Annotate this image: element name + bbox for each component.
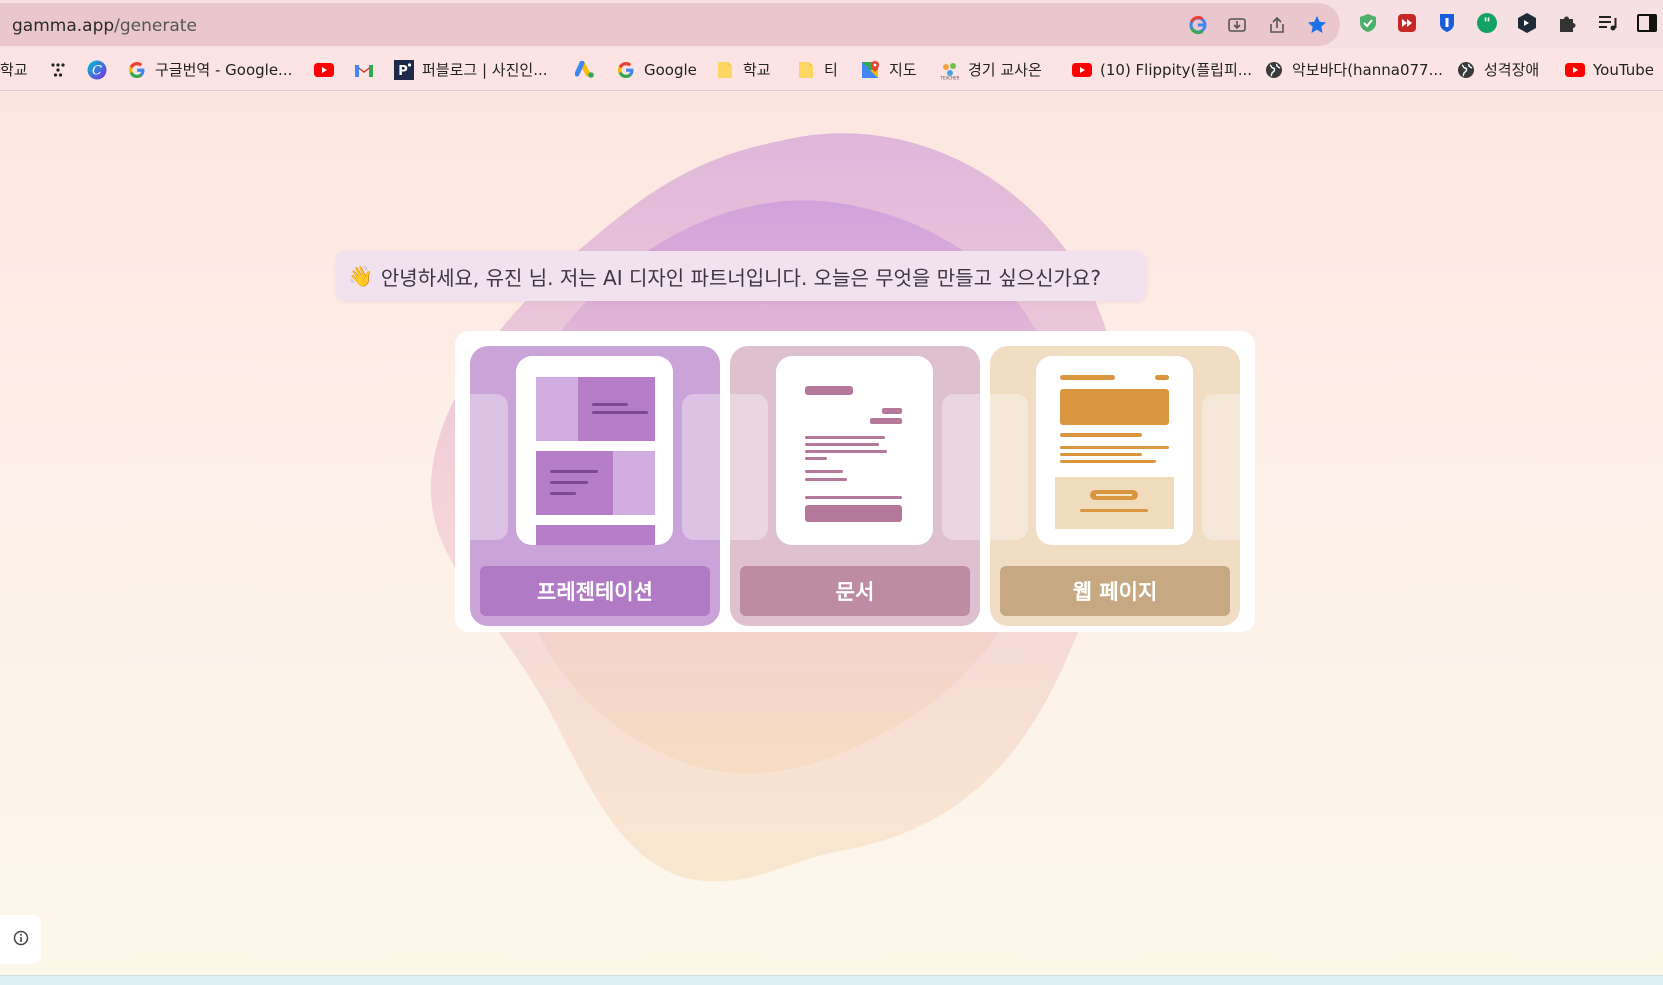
svg-text:P: P <box>398 64 408 79</box>
address-bar[interactable]: gamma.app/generate <box>0 3 1340 46</box>
bookmark-school-1[interactable]: 학교 <box>0 48 28 91</box>
bookmark-folder-t[interactable]: 티 <box>796 48 838 91</box>
dark-extension-icon[interactable] <box>1515 11 1539 35</box>
quotes-extension-icon[interactable]: " <box>1475 11 1499 35</box>
folder-icon <box>796 60 816 80</box>
url-path: /generate <box>114 16 197 36</box>
generate-page: 👋 안녕하세요, 유진 님. 저는 AI 디자인 파트너입니다. 오늘은 무엇을… <box>0 91 1663 975</box>
bookmark-label: 경기 교사온 <box>968 61 1042 79</box>
bookmark-youtube-2[interactable]: YouTube <box>1565 48 1654 91</box>
bookmark-folder-school[interactable]: 학교 <box>715 48 771 91</box>
bookmark-label: 퍼블로그 | 사진인... <box>422 61 548 79</box>
bookmark-label: 지도 <box>889 61 917 79</box>
bookmark-maps[interactable]: 지도 <box>861 48 917 91</box>
reading-list-icon[interactable] <box>1595 11 1619 35</box>
greeting-message: 👋 안녕하세요, 유진 님. 저는 AI 디자인 파트너입니다. 오늘은 무엇을… <box>336 251 1146 301</box>
teacher-icon: TEACHER <box>940 60 960 80</box>
option-card-webpage[interactable]: 웹 페이지 <box>990 346 1240 626</box>
bookmark-label: YouTube <box>1593 60 1654 79</box>
google-icon <box>616 60 636 80</box>
bookmark-label: 구글번역 - Google... <box>155 61 293 79</box>
google-ads-icon <box>575 60 595 80</box>
greeting-text: 안녕하세요, 유진 님. 저는 AI 디자인 파트너입니다. 오늘은 무엇을 만… <box>380 265 1101 290</box>
url-host: gamma.app <box>12 16 115 36</box>
url-text[interactable]: gamma.app/generate <box>12 16 197 36</box>
bookmark-label: 악보바다(hanna077... <box>1292 61 1443 79</box>
bookmarks-bar: 학교 C 구글번역 - Google... P 퍼블로그 | 사진인... Go… <box>0 48 1663 91</box>
card-ghost-left <box>990 394 1028 540</box>
document-illustration <box>776 356 933 545</box>
maps-icon <box>861 60 881 80</box>
card-ghost-left <box>470 394 508 540</box>
bookmark-akbobada[interactable]: 악보바다(hanna077... <box>1264 48 1443 91</box>
presentation-illustration <box>516 356 673 545</box>
p-icon: P <box>394 59 414 80</box>
presentation-button[interactable]: 프레젠테이션 <box>480 566 710 616</box>
bookmark-teacher[interactable]: TEACHER 경기 교사온 <box>940 48 1042 91</box>
bookmark-google[interactable]: Google <box>616 48 697 91</box>
bookmark-star-icon[interactable] <box>1305 13 1329 37</box>
card-ghost-right <box>682 394 720 540</box>
bookmark-personality[interactable]: 성격장애 <box>1456 48 1539 91</box>
youtube-icon <box>314 60 334 80</box>
format-picker: 프레젠테이션 문서 웹 페이지 <box>455 331 1255 632</box>
google-icon <box>127 60 147 80</box>
info-button[interactable] <box>0 915 41 964</box>
globe-icon <box>1264 60 1284 80</box>
bookmark-label: 성격장애 <box>1484 61 1540 79</box>
taskbar-edge <box>0 975 1663 985</box>
option-card-document[interactable]: 문서 <box>730 346 980 626</box>
youtube-icon <box>1072 60 1092 80</box>
google-lens-icon[interactable] <box>1186 13 1210 37</box>
document-button[interactable]: 문서 <box>740 566 970 616</box>
bookmark-gmail[interactable] <box>354 48 374 91</box>
info-icon <box>13 930 29 950</box>
bookmark-label: 학교 <box>743 61 771 79</box>
webpage-illustration <box>1036 356 1193 545</box>
bookmark-dots[interactable] <box>48 48 68 91</box>
option-card-presentation[interactable]: 프레젠테이션 <box>470 346 720 626</box>
bookmark-flippity[interactable]: (10) Flippity(플립피... <box>1072 48 1252 91</box>
share-icon[interactable] <box>1265 13 1289 37</box>
card-ghost-left <box>730 394 768 540</box>
canva-icon: C <box>87 60 107 80</box>
bookmark-google-ads[interactable] <box>575 48 595 91</box>
svg-text:": " <box>1483 16 1490 32</box>
waving-hand-icon: 👋 <box>348 264 373 288</box>
bookmark-label: 학교 <box>0 61 28 79</box>
bookmark-canva[interactable]: C <box>87 48 107 91</box>
card-ghost-right <box>942 394 980 540</box>
extensions-puzzle-icon[interactable] <box>1555 11 1579 35</box>
svg-text:TEACHER: TEACHER <box>940 75 960 80</box>
adguard-shield-icon[interactable] <box>1356 11 1380 35</box>
webpage-button[interactable]: 웹 페이지 <box>1000 566 1230 616</box>
side-panel-icon[interactable] <box>1635 11 1659 35</box>
video-speed-icon[interactable] <box>1395 11 1419 35</box>
install-app-icon[interactable] <box>1225 13 1249 37</box>
bitwarden-icon[interactable] <box>1435 11 1459 35</box>
webpage-label: 웹 페이지 <box>1072 580 1158 604</box>
globe-icon <box>1456 60 1476 80</box>
svg-text:C: C <box>92 63 102 78</box>
youtube-icon <box>1565 60 1585 80</box>
bookmark-google-translate[interactable]: 구글번역 - Google... <box>127 48 292 91</box>
bookmark-publog[interactable]: P 퍼블로그 | 사진인... <box>394 48 548 91</box>
browser-toolbar: gamma.app/generate " <box>0 0 1663 48</box>
presentation-label: 프레젠테이션 <box>537 580 653 604</box>
folder-icon <box>715 60 735 80</box>
bookmark-label: Google <box>644 60 697 79</box>
card-ghost-right <box>1202 394 1240 540</box>
dots-icon <box>48 60 68 80</box>
gmail-icon <box>354 60 374 80</box>
document-label: 문서 <box>835 580 875 604</box>
bookmark-youtube-1[interactable] <box>314 48 334 91</box>
bookmark-label: (10) Flippity(플립피... <box>1100 61 1253 79</box>
bookmark-label: 티 <box>824 61 838 79</box>
